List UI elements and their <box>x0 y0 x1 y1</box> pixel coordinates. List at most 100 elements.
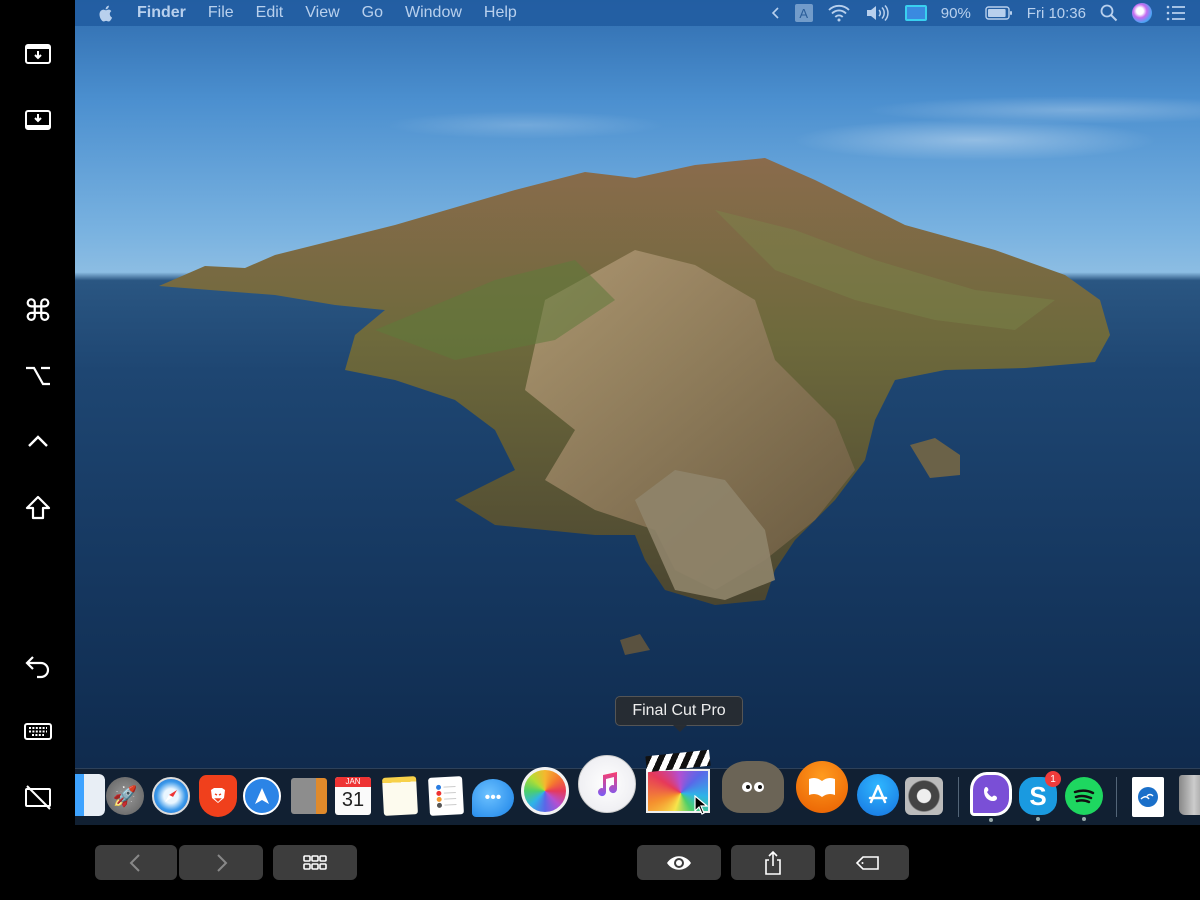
openoffice-document-icon <box>1132 777 1164 817</box>
dock-item-messages[interactable]: ••• <box>472 779 514 817</box>
running-indicator <box>1036 817 1040 821</box>
command-key-icon: ⌘ <box>23 294 53 328</box>
tags-button[interactable] <box>825 845 909 880</box>
siri-icon[interactable] <box>1132 3 1152 23</box>
notes-icon <box>382 776 418 816</box>
dock-item-trash[interactable] <box>1179 775 1200 815</box>
notification-center-icon <box>1166 5 1185 21</box>
battery-icon <box>985 6 1012 20</box>
chevron-left-icon <box>129 853 140 872</box>
status-collapse-button[interactable] <box>771 6 781 20</box>
share-icon <box>765 850 781 875</box>
shift-key-button[interactable] <box>20 490 56 526</box>
dock-item-photos[interactable] <box>521 767 569 815</box>
share-button[interactable] <box>731 845 815 880</box>
gear-icon <box>905 777 943 815</box>
input-source-menu[interactable]: A <box>794 4 813 22</box>
eye-icon <box>667 855 691 870</box>
mac-desktop: Finder File Edit View Go Window Help A 9… <box>75 0 1200 825</box>
option-key-button[interactable] <box>20 358 56 394</box>
dock-separator <box>1116 777 1117 817</box>
chevron-left-icon <box>771 7 779 19</box>
spotify-icon <box>1065 777 1103 815</box>
viber-phone-icon <box>970 772 1012 816</box>
menu-app-finder[interactable]: Finder <box>137 4 186 22</box>
apple-logo-icon <box>98 5 112 22</box>
books-icon <box>796 761 848 813</box>
dock-item-reminders[interactable] <box>428 776 464 816</box>
show-menubar-icon <box>25 44 51 64</box>
shift-key-icon <box>25 495 51 520</box>
menu-view[interactable]: View <box>305 4 339 22</box>
dock-item-spark[interactable] <box>243 777 281 815</box>
dock-item-gimp[interactable] <box>722 761 784 813</box>
running-indicator <box>989 818 993 822</box>
music-note-icon <box>578 755 636 813</box>
running-indicator <box>1082 817 1086 821</box>
finder-icon <box>75 774 105 816</box>
battery-menu[interactable] <box>985 5 1013 21</box>
view-options-button[interactable] <box>273 845 357 880</box>
chevron-right-icon <box>217 853 228 872</box>
app-store-icon <box>857 774 899 816</box>
back-button[interactable] <box>95 845 177 880</box>
dock-item-calculator[interactable] <box>291 778 327 814</box>
clock[interactable]: Fri 10:36 <box>1027 5 1086 22</box>
wifi-menu[interactable] <box>827 4 851 22</box>
spotlight-button[interactable] <box>1100 4 1118 22</box>
calendar-month: JAN <box>335 777 371 787</box>
dock-item-notes[interactable] <box>382 776 418 816</box>
dock-item-calendar[interactable]: JAN 31 <box>335 777 371 815</box>
tag-icon <box>855 855 879 870</box>
dock-item-finder[interactable] <box>75 774 105 816</box>
grid-icon <box>303 854 327 870</box>
dock-item-app-store[interactable] <box>857 774 899 816</box>
dock: 🚀 JAN 31 ••• S 1 <box>75 749 1200 825</box>
menu-window[interactable]: Window <box>405 4 462 22</box>
mouse-cursor-icon <box>694 795 708 815</box>
forward-button[interactable] <box>179 845 263 880</box>
menu-bar: Finder File Edit View Go Window Help A 9… <box>75 0 1200 26</box>
undo-button[interactable] <box>20 648 56 684</box>
undo-icon <box>25 656 50 679</box>
status-menus: A 90% Fri 10:36 <box>771 0 1200 26</box>
apple-menu[interactable] <box>97 3 115 23</box>
spark-icon <box>243 777 281 815</box>
launchpad-rocket-icon: 🚀 <box>106 777 144 815</box>
menu-help[interactable]: Help <box>484 4 517 22</box>
quick-look-button[interactable] <box>637 845 721 880</box>
keyboard-icon <box>24 723 52 740</box>
dock-item-brave[interactable] <box>199 775 237 817</box>
notification-badge: 1 <box>1045 771 1061 787</box>
control-key-icon <box>28 435 48 447</box>
menu-file[interactable]: File <box>208 4 234 22</box>
safari-compass-icon <box>152 777 190 815</box>
trash-icon <box>1179 775 1200 815</box>
reminders-icon <box>428 776 464 816</box>
keyboard-button[interactable] <box>20 713 56 749</box>
menu-edit[interactable]: Edit <box>256 4 284 22</box>
dock-item-skype[interactable]: S 1 <box>1019 771 1061 821</box>
dock-item-books[interactable] <box>796 761 848 813</box>
gimp-wilber-icon <box>722 761 784 813</box>
show-dock-button[interactable] <box>20 102 56 138</box>
volume-menu[interactable] <box>865 4 891 22</box>
command-key-button[interactable]: ⌘ <box>20 293 56 329</box>
dock-item-launchpad[interactable]: 🚀 <box>106 777 144 815</box>
control-key-button[interactable] <box>20 423 56 459</box>
dock-item-openoffice-document[interactable] <box>1132 777 1164 817</box>
dock-separator <box>958 777 959 817</box>
dock-item-safari[interactable] <box>152 777 190 815</box>
notification-center-button[interactable] <box>1166 5 1186 21</box>
wifi-icon <box>828 4 850 22</box>
dock-item-system-preferences[interactable] <box>905 777 943 815</box>
dock-item-music[interactable] <box>578 755 636 813</box>
sidecar-display-icon[interactable] <box>904 5 927 21</box>
dock-item-spotify[interactable] <box>1065 777 1103 821</box>
menu-go[interactable]: Go <box>362 4 383 22</box>
photos-flower-icon <box>521 767 569 815</box>
show-menubar-button[interactable] <box>20 36 56 72</box>
dock-item-viber[interactable] <box>970 772 1012 822</box>
disconnect-button[interactable] <box>20 779 56 815</box>
calendar-day: 31 <box>341 789 365 811</box>
